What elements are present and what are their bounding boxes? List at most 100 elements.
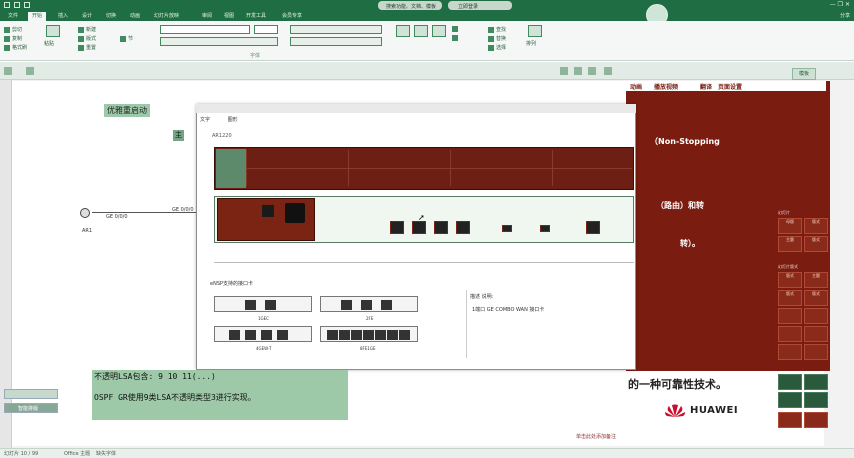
template-cell[interactable]: 主题 [804,272,828,288]
huawei-logo-icon [665,404,685,417]
font-family-select[interactable] [160,25,250,34]
template-cell[interactable] [804,326,828,342]
template-cell[interactable] [778,308,802,324]
tab-developer[interactable]: 开发工具 [242,12,270,21]
template-cell[interactable] [778,412,802,428]
arrange-button[interactable] [432,25,446,37]
paste-button[interactable] [46,25,60,37]
shape-outline-button[interactable] [452,35,460,42]
notes-placeholder[interactable]: 单击此处添加备注 [576,433,616,440]
save-icon[interactable] [4,2,10,8]
copy-label: 复制 [12,36,23,42]
ethernet-port[interactable] [390,221,404,234]
top-link-4: 页面设置 [718,84,743,91]
template-cell[interactable]: 母版 [778,218,802,234]
share-label[interactable]: 分享 [840,12,850,19]
ribbon: 剪切 复制 格式刷 粘贴 新建 版式 重置 节 查找 替换 选择 排列 字体 [0,21,854,61]
template-cell[interactable]: 版式 [804,290,828,306]
font-size-select[interactable] [254,25,278,34]
tab-review[interactable]: 审阅 [198,12,216,21]
theme-name: Office 主题 [64,451,91,457]
power-switch-icon[interactable] [262,205,274,217]
tab-transitions[interactable]: 切换 [102,12,120,21]
comment-icon[interactable] [560,67,568,75]
serial-port[interactable] [502,225,512,232]
arrange-big-button[interactable] [528,25,542,37]
login-label: 立即登录 [458,4,479,10]
shape-button[interactable] [414,25,428,37]
dialog-tab-graphic[interactable]: 图形 [228,117,238,123]
format-painter-button[interactable]: 格式刷 [4,44,27,51]
undo-icon[interactable] [14,2,20,8]
zoom-icon[interactable] [604,67,612,75]
shape-fill-button[interactable] [452,26,460,33]
template-cell[interactable]: 版式 [804,218,828,234]
tab-member[interactable]: 会员专享 [278,12,306,21]
outline-toggle-icon[interactable] [26,67,34,75]
reset-button[interactable]: 重置 [78,44,96,51]
tab-slideshow[interactable]: 幻灯片放映 [150,12,183,21]
tab-design[interactable]: 设计 [78,12,96,21]
dialog-titlebar[interactable] [196,104,636,113]
section-icon [120,35,126,42]
dialog-tab-text[interactable]: 文字 [200,117,210,123]
paragraph-toolbar-1[interactable] [290,25,382,34]
template-cell[interactable] [804,308,828,324]
template-cell[interactable] [804,412,828,428]
template-cell[interactable] [804,374,828,390]
status-bar: 幻灯片 10 / 99 Office 主题 缺失字体 [0,448,854,458]
present-icon[interactable] [574,67,582,75]
tab-view[interactable]: 视图 [220,12,238,21]
template-cell[interactable] [778,374,802,390]
template-cell[interactable] [804,392,828,408]
login-button[interactable]: 立即登录 [448,1,512,10]
paragraph-toolbar-2[interactable] [290,37,382,46]
section-button[interactable]: 节 [120,35,133,42]
card-port [327,330,338,340]
tab-animations[interactable]: 动画 [126,12,144,21]
ethernet-port[interactable] [434,221,448,234]
textbox-button[interactable] [396,25,410,37]
tab-file[interactable]: 文件 [4,12,22,21]
template-cell[interactable]: 主题 [778,236,802,252]
replace-button[interactable]: 替换 [488,35,506,42]
ethernet-port[interactable] [412,221,426,234]
floating-widget[interactable] [4,389,58,399]
search-box[interactable]: 搜索功能、文档、模板 [378,1,442,10]
template-cell[interactable] [778,326,802,342]
plus-marker[interactable]: 主 [173,130,184,141]
template-panel-tab[interactable]: 模板 [792,68,816,80]
template-cell[interactable] [778,344,802,360]
cut-button[interactable]: 剪切 [4,26,22,33]
window-controls[interactable]: — ❐ ✕ [830,1,850,8]
template-cell[interactable]: 版式 [804,236,828,252]
record-icon[interactable] [588,67,596,75]
interface-card[interactable] [214,296,312,312]
tab-insert[interactable]: 插入 [54,12,72,21]
select-button[interactable]: 选择 [488,44,506,51]
missing-font-link[interactable]: 缺失字体 [96,450,116,457]
interface-card[interactable] [320,326,418,342]
ethernet-port[interactable] [456,221,470,234]
console-port[interactable] [586,221,600,234]
new-slide-button[interactable]: 新建 [78,26,96,33]
redo-icon[interactable] [24,2,30,8]
thumbnail-toggle-icon[interactable] [4,67,12,75]
font-style-toolbar[interactable] [160,37,278,46]
find-button[interactable]: 查找 [488,26,506,33]
template-cell[interactable] [778,392,802,408]
template-cell[interactable]: 版式 [778,290,802,306]
template-cell[interactable] [804,344,828,360]
template-cell[interactable]: 版式 [778,272,802,288]
router-icon[interactable] [80,208,90,218]
layout-button[interactable]: 版式 [78,35,96,42]
interface-card[interactable] [320,296,418,312]
diagram-caption[interactable]: 优雅重启动 [104,104,150,117]
interface-label-left: GE 0/0/0 [106,214,128,220]
slide-text-nsr: （Non-Stopping [650,137,720,146]
serial-port[interactable] [540,225,550,232]
card-port [265,300,276,310]
tab-home[interactable]: 开始 [28,12,47,21]
interface-card[interactable] [214,326,312,342]
copy-button[interactable]: 复制 [4,35,22,42]
